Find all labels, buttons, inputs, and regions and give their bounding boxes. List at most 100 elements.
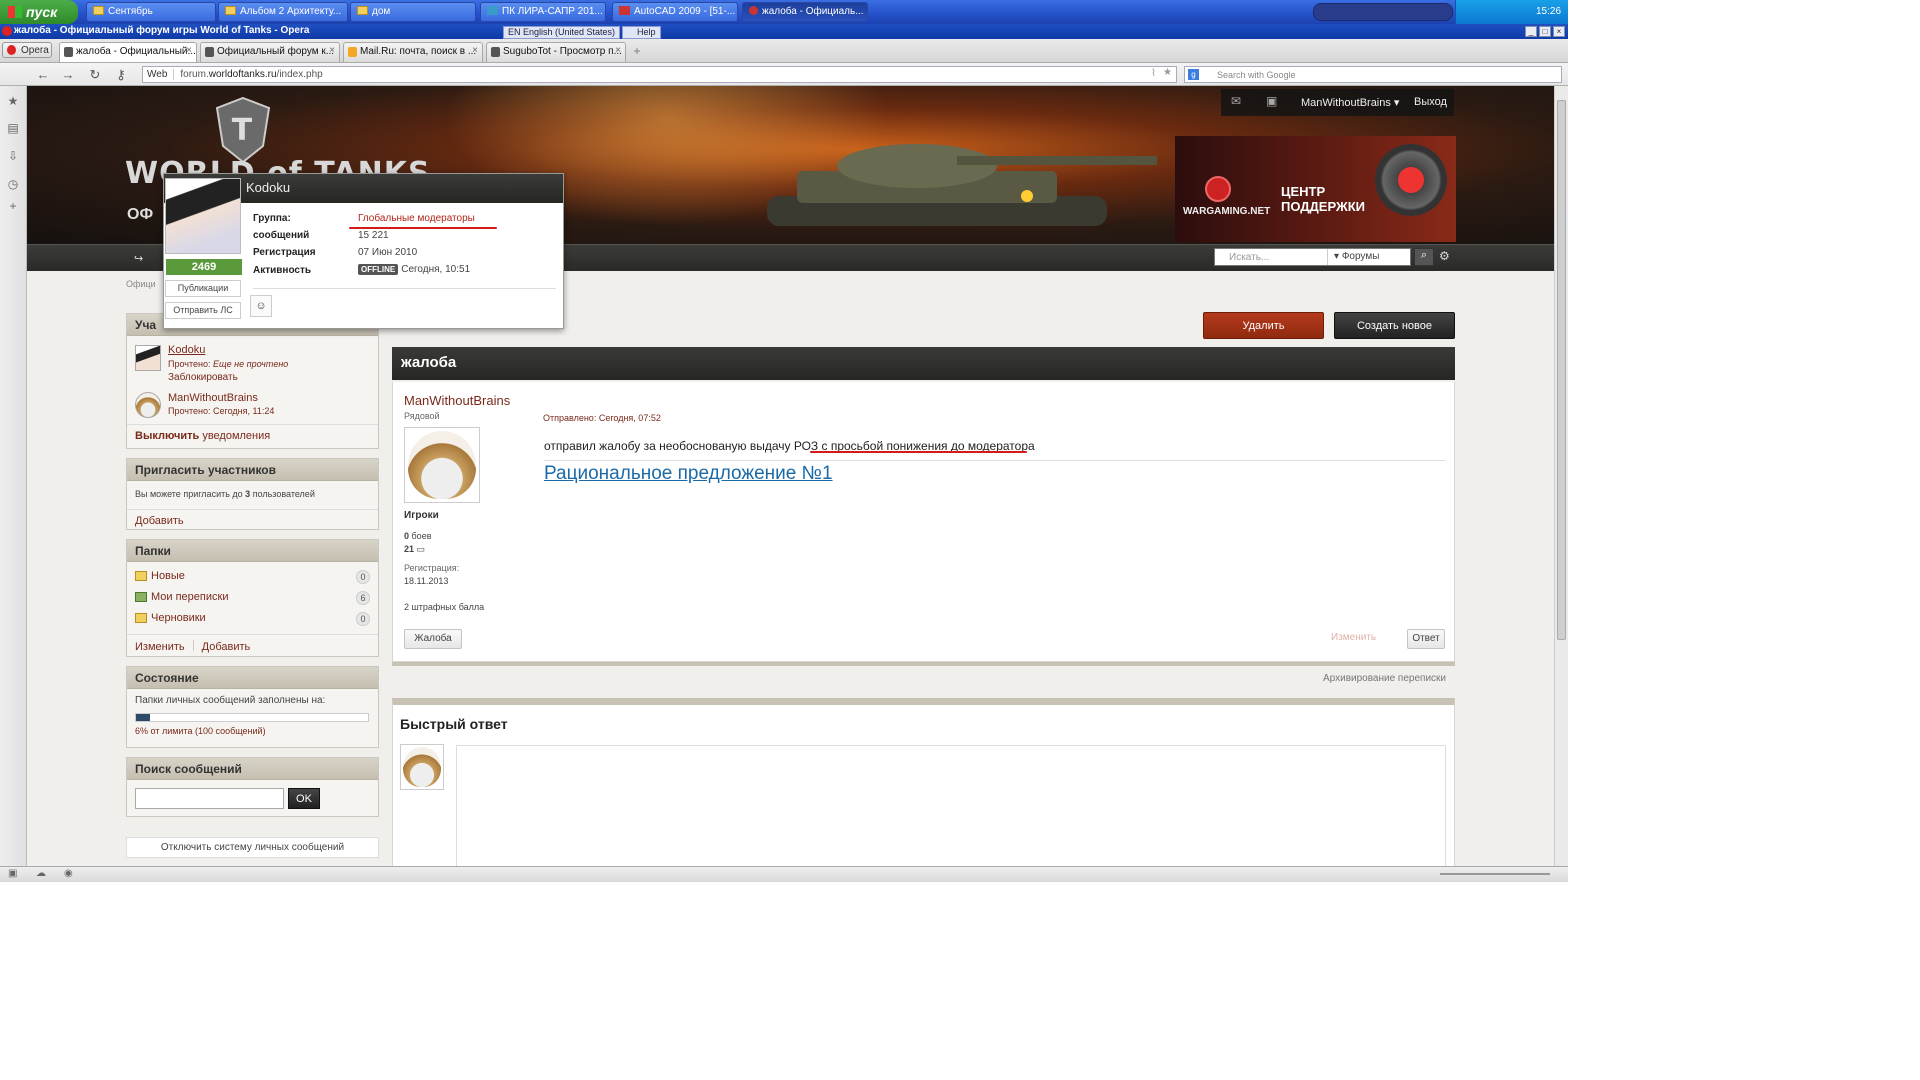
forum-search-input[interactable]: Искать... ▾ Форумы	[1214, 248, 1411, 266]
hover-card-name[interactable]: Kodoku	[246, 180, 290, 195]
folder-conversations-icon	[135, 592, 147, 602]
participant-status: Прочтено: Сегодня, 11:24	[168, 406, 275, 416]
opera-menu-button[interactable]: Opera	[2, 42, 52, 58]
browser-tab[interactable]: жалоба - Официальный... ×	[59, 42, 197, 62]
url-field[interactable]: Web forum.worldoftanks.ru/index.php ⌇ ★	[142, 66, 1177, 83]
message-search-ok-button[interactable]: OK	[288, 788, 320, 809]
post-link[interactable]: Рациональное предложение №1	[544, 463, 833, 485]
scrollbar-thumb[interactable]	[1557, 100, 1566, 640]
avatar[interactable]	[135, 345, 161, 371]
post-author-reg-date: 18.11.2013	[404, 576, 449, 586]
system-tray: 15:26	[1455, 0, 1568, 24]
participant-name[interactable]: ManWithoutBrains	[168, 392, 258, 404]
avatar	[400, 744, 444, 790]
search-icon[interactable]: ⌕	[1414, 248, 1434, 266]
send-pm-button[interactable]: Отправить ЛС	[165, 302, 241, 319]
folder-item[interactable]: Черновики 0	[127, 610, 378, 628]
gear-icon[interactable]: ⚙	[1439, 249, 1453, 263]
taskbar-item-folder[interactable]: Сентябрь	[86, 2, 216, 22]
browser-tab[interactable]: Mail.Ru: почта, поиск в ... ×	[343, 42, 483, 62]
folders-add-link[interactable]: Добавить	[202, 641, 251, 653]
downloads-icon[interactable]: ⇩	[6, 149, 20, 163]
logout-link[interactable]: Выход	[1414, 96, 1447, 108]
google-search-field[interactable]: g Search with Google	[1184, 66, 1562, 83]
post-separator	[544, 460, 1446, 461]
registration-label: Регистрация	[253, 247, 316, 258]
close-tab-icon[interactable]: ×	[329, 45, 335, 56]
invite-add-link[interactable]: Добавить	[127, 509, 378, 529]
create-new-button[interactable]: Создать новое	[1334, 312, 1455, 339]
close-tab-icon[interactable]: ×	[615, 45, 621, 56]
forum-page: T WORLD of TANKS ОФ ✉ ▣ ManWithoutBrains…	[27, 86, 1554, 866]
key-icon[interactable]: ⚷	[113, 67, 129, 83]
hover-card-avatar[interactable]	[165, 178, 241, 254]
message-search-input[interactable]	[135, 788, 284, 809]
quick-reply-editor[interactable]	[456, 745, 1446, 866]
mail-icon[interactable]: ✉	[1231, 94, 1245, 108]
notes-icon[interactable]: ▤	[6, 121, 20, 135]
close-button[interactable]: ×	[1553, 26, 1565, 37]
post-author-avatar[interactable]	[404, 427, 480, 503]
add-friend-icon[interactable]: ☺	[250, 295, 272, 317]
archive-link[interactable]: Архивирование переписки	[1323, 673, 1446, 684]
contacts-icon[interactable]: ▣	[1266, 94, 1280, 108]
disable-pm-button[interactable]: Отключить систему личных сообщений	[126, 837, 379, 858]
close-tab-icon[interactable]: ×	[472, 45, 478, 56]
taskbar-item-folder[interactable]: дом	[350, 2, 476, 22]
start-button[interactable]: пуск	[0, 0, 78, 24]
support-banner[interactable]: WARGAMING.NET ЦЕНТР ПОДДЕРЖКИ	[1175, 136, 1456, 242]
browser-tab[interactable]: SugubоTot - Просмотр п... ×	[486, 42, 626, 62]
back-icon[interactable]: ←	[35, 67, 51, 83]
maximize-button[interactable]: □	[1539, 26, 1551, 37]
post-author-name[interactable]: ManWithoutBrains	[404, 393, 510, 408]
minimize-button[interactable]: _	[1525, 26, 1537, 37]
history-icon[interactable]: ◷	[6, 177, 20, 191]
bookmark-star-icon[interactable]: ★	[1163, 67, 1172, 78]
reply-button[interactable]: Ответ	[1407, 629, 1445, 649]
browser-tab[interactable]: Официальный форум к... ×	[200, 42, 340, 62]
language-indicator[interactable]: EN English (United States)	[503, 26, 621, 39]
notifications-toggle[interactable]: Выключить уведомления	[127, 424, 378, 448]
help-button[interactable]: Help	[622, 26, 661, 39]
participants-box: Уча Kodoku Прочтено: Еще не прочтено Заб…	[126, 313, 379, 449]
user-menu[interactable]: ManWithoutBrains ▾	[1301, 96, 1399, 109]
rss-icon[interactable]: ⌇	[1151, 68, 1156, 79]
taskbar-item-opera[interactable]: жалоба - Официаль...	[742, 2, 868, 22]
folders-title: Папки	[127, 540, 378, 562]
edit-button[interactable]: Изменить	[1331, 632, 1376, 643]
vertical-scrollbar[interactable]	[1554, 86, 1568, 866]
complaint-button[interactable]: Жалоба	[404, 629, 462, 649]
panel-toggle-icon[interactable]: ▣	[8, 868, 17, 879]
lira-app-icon	[487, 6, 498, 15]
message-search-title: Поиск сообщений	[127, 758, 378, 780]
taskbar-item-lira[interactable]: ПК ЛИРА-САПР 201...	[480, 2, 606, 22]
svg-text:T: T	[232, 113, 254, 148]
home-arrow-icon[interactable]: ↪	[134, 252, 143, 265]
reload-icon[interactable]: ↻	[87, 67, 103, 83]
user-hover-card: Kodoku 2469 Публикации Отправить ЛС Груп…	[163, 173, 564, 329]
folders-edit-link[interactable]: Изменить	[135, 641, 185, 653]
breadcrumb[interactable]: Офици	[126, 279, 156, 289]
folder-item[interactable]: Новые 0	[127, 568, 378, 586]
participant-name[interactable]: Kodoku	[168, 344, 205, 356]
bookmarks-icon[interactable]: ★	[6, 94, 20, 108]
forward-icon[interactable]: →	[60, 67, 76, 83]
publications-button[interactable]: Публикации	[165, 280, 241, 297]
media-player-controls[interactable]	[1313, 3, 1453, 21]
add-panel-icon[interactable]: +	[6, 199, 20, 213]
taskbar-item-autocad[interactable]: AutoCAD 2009 - [51-...	[612, 2, 738, 22]
close-tab-icon[interactable]: ×	[186, 45, 192, 56]
unite-icon[interactable]: ◉	[64, 868, 73, 879]
new-tab-icon[interactable]: +	[630, 44, 644, 58]
storage-limit: 6% от лимита (100 сообщений)	[135, 726, 266, 736]
post-sent-time: Отправлено: Сегодня, 07:52	[543, 413, 661, 423]
taskbar-item-folder[interactable]: Альбом 2 Архитекту...	[218, 2, 348, 22]
search-scope-select[interactable]: ▾ Форумы	[1327, 249, 1379, 265]
offline-badge: OFFLINE	[358, 264, 399, 275]
folder-item[interactable]: Мои переписки 6	[127, 589, 378, 607]
turbo-icon[interactable]: ☁	[36, 868, 46, 879]
avatar[interactable]	[135, 392, 161, 418]
block-link[interactable]: Заблокировать	[168, 372, 238, 383]
zoom-slider[interactable]	[1440, 873, 1550, 875]
delete-button[interactable]: Удалить	[1203, 312, 1324, 339]
